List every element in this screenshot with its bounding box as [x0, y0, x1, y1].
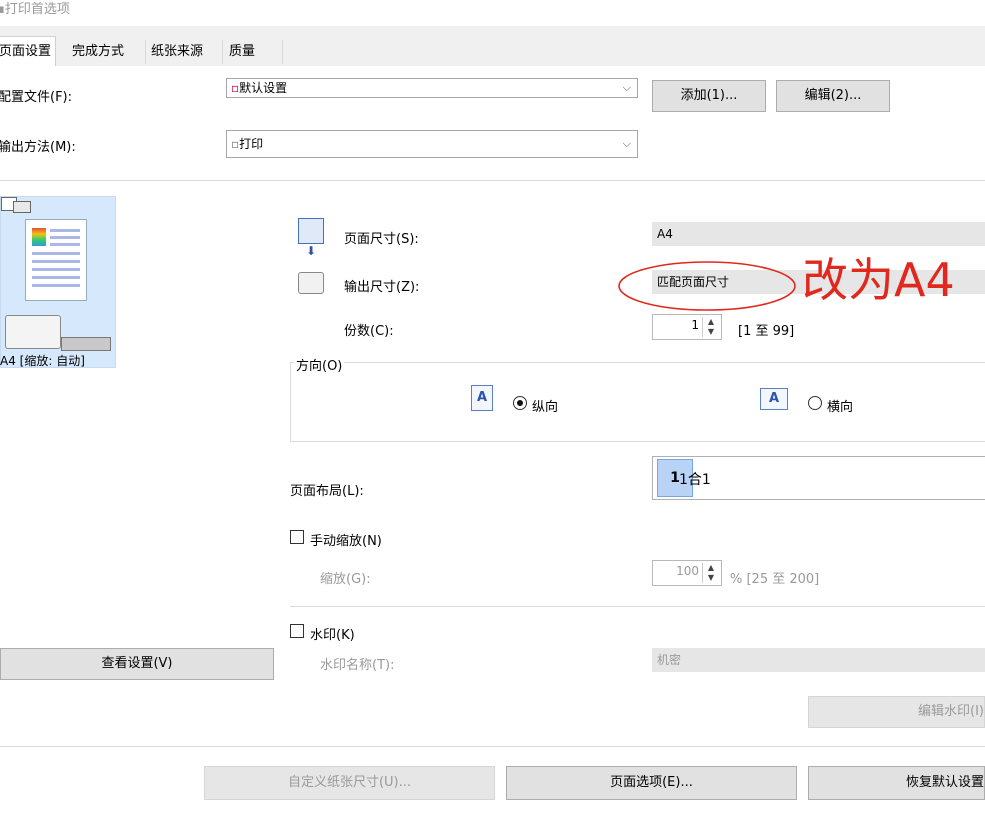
scale-range: % [25 至 200] [730, 572, 820, 587]
page-layout-label: 页面布局(L): [290, 484, 364, 499]
page-size-label: 页面尺寸(S): [344, 232, 419, 247]
tab-quality[interactable]: 质量 [225, 40, 259, 64]
portrait-page-icon: A [471, 385, 493, 411]
portrait-radio[interactable] [513, 396, 527, 410]
landscape-page-icon: A [760, 388, 788, 410]
annotation-text: 改为A4 [802, 253, 955, 307]
preview-image [32, 228, 46, 246]
preview-line [50, 229, 80, 232]
scale-value: 100 [676, 564, 699, 578]
portrait-label[interactable]: 纵向 [532, 396, 558, 415]
page-layout-value: 1合1 [679, 472, 711, 488]
watermark-divider [290, 606, 985, 607]
output-printer-icon [298, 272, 324, 294]
footer-divider [0, 746, 985, 747]
profile-label: 配置文件(F): [0, 90, 73, 105]
scale-label: 缩放(G): [320, 572, 371, 587]
add-profile-button[interactable]: 添加(1)... [652, 80, 766, 112]
tab-divider [222, 40, 223, 64]
custom-paper-size-button[interactable]: 自定义纸张尺寸(U)... [204, 766, 495, 800]
manual-scale-label[interactable]: 手动缩放(N) [310, 530, 382, 549]
chevron-down-icon: ⌵ [622, 137, 631, 150]
watermark-checkbox[interactable] [290, 624, 304, 638]
preview-line [50, 236, 80, 239]
watermark-label[interactable]: 水印(K) [310, 624, 355, 643]
tab-finishing[interactable]: 完成方式 [68, 40, 128, 64]
restore-defaults-button[interactable]: 恢复默认设置 [808, 766, 985, 800]
arrow-up-icon[interactable]: ▲ [703, 563, 719, 573]
output-method-select[interactable]: ▫打印 ⌵ [226, 130, 638, 158]
output-size-label: 输出尺寸(Z): [344, 280, 420, 295]
watermark-name-label: 水印名称(T): [320, 658, 395, 673]
preview-page [25, 219, 87, 301]
chevron-down-icon: ⌵ [622, 81, 631, 94]
page-layout-select[interactable]: 1 1合1 [652, 456, 985, 500]
edit-profile-button[interactable]: 编辑(2)... [776, 80, 890, 112]
manual-scale-checkbox[interactable] [290, 530, 304, 544]
profile-icon: ▫ [231, 81, 240, 95]
window-title: ▪打印首选项 [0, 0, 70, 17]
arrow-up-icon[interactable]: ▲ [703, 317, 719, 327]
output-method-label: 输出方法(M): [0, 140, 76, 155]
scale-stepper[interactable]: 100 ▲ ▼ [652, 560, 722, 586]
orientation-group-label: 方向(O) [294, 355, 345, 374]
profile-select[interactable]: ▫默认设置 ⌵ [226, 78, 638, 98]
preview-panel [0, 196, 116, 368]
preview-line [50, 243, 80, 246]
arrow-down-icon: ⬇ [306, 244, 317, 258]
view-settings-button[interactable]: 查看设置(V) [0, 648, 274, 680]
copies-label: 份数(C): [344, 324, 394, 339]
preview-line [32, 268, 80, 271]
annotation-circle [618, 261, 796, 311]
stepper-arrows[interactable]: ▲ ▼ [702, 563, 719, 583]
preview-line [32, 276, 80, 279]
edit-watermark-button[interactable]: 编辑水印(I) [808, 696, 985, 728]
preview-caption: A4 [缩放: 自动] [0, 354, 85, 368]
tab-page-setup[interactable]: 页面设置 [0, 36, 57, 67]
page-size-icon [298, 218, 324, 244]
tab-paper-source[interactable]: 纸张来源 [147, 40, 207, 64]
arrow-down-icon[interactable]: ▼ [703, 573, 719, 583]
page-options-button[interactable]: 页面选项(E)... [506, 766, 797, 800]
copies-range: [1 至 99] [738, 324, 795, 339]
paper-tray-icon [61, 337, 111, 351]
orientation-group [290, 362, 985, 442]
copies-stepper[interactable]: 1 ▲ ▼ [652, 314, 722, 340]
tab-divider [282, 40, 283, 64]
arrow-down-icon[interactable]: ▼ [703, 327, 719, 337]
stepper-arrows[interactable]: ▲ ▼ [702, 317, 719, 337]
landscape-label[interactable]: 横向 [827, 396, 853, 415]
printer-device-icon [5, 315, 61, 349]
landscape-radio[interactable] [808, 396, 822, 410]
preview-line [32, 284, 80, 287]
tab-divider [145, 40, 146, 64]
page-size-select[interactable]: A4 [652, 222, 985, 246]
preview-line [32, 252, 80, 255]
printer-small-icon [13, 201, 31, 213]
copies-value: 1 [691, 318, 699, 332]
section-divider [0, 180, 985, 181]
print-icon: ▫ [231, 137, 240, 151]
watermark-name-select[interactable]: 机密 [652, 648, 985, 672]
preview-line [32, 260, 80, 263]
